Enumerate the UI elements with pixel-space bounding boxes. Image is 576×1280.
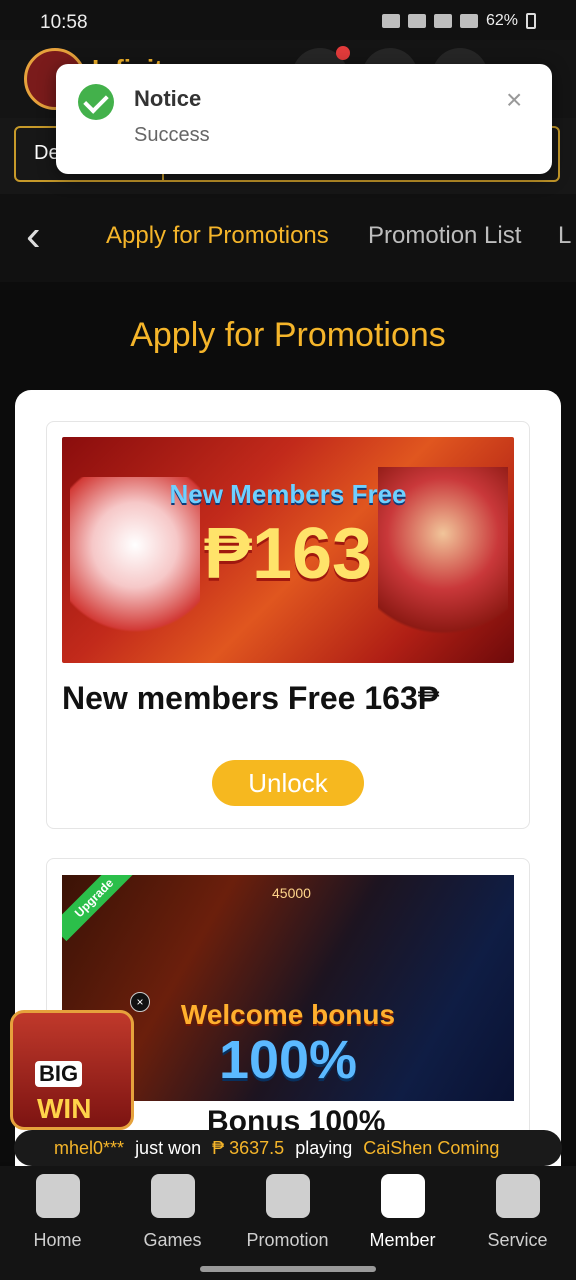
gift-icon [265, 1174, 310, 1218]
banner-jackpot: 45000 [272, 885, 311, 901]
headset-icon [495, 1174, 540, 1218]
promotion-banner-image[interactable]: New Members Free ₱163 [62, 437, 514, 663]
promotion-card: New Members Free ₱163 New members Free 1… [46, 421, 530, 829]
ticker-text: playing [295, 1138, 353, 1158]
nav-label: Member [369, 1230, 436, 1250]
member-icon [380, 1174, 425, 1218]
big-win-widget[interactable]: BIG WIN [10, 1010, 134, 1130]
status-icons: 62% [381, 12, 536, 30]
check-circle-icon [78, 84, 114, 120]
ticker-amount: ₱ 3637.5 [212, 1138, 285, 1158]
home-indicator[interactable] [200, 1266, 376, 1272]
tab-apply-for-promotions[interactable]: Apply for Promotions [106, 222, 329, 250]
wifi-icon [433, 14, 452, 28]
nav-promotion[interactable]: Promotion [230, 1174, 345, 1251]
battery-percent: 62% [485, 12, 518, 29]
tab-promotion-list[interactable]: Promotion List [368, 222, 521, 250]
status-time: 10:58 [40, 12, 88, 33]
key-icon [381, 14, 400, 28]
back-arrow-icon[interactable]: ‹ [26, 214, 62, 258]
banner-amount: ₱163 [203, 514, 373, 594]
home-icon [35, 1174, 80, 1218]
nav-label: Home [33, 1230, 82, 1250]
big-win-line1: BIG [35, 1061, 83, 1087]
notification-badge [336, 46, 350, 60]
winner-ticker: mhel0*** just won ₱ 3637.5 playing CaiSh… [14, 1130, 562, 1166]
toast-title: Notice [134, 86, 202, 111]
gamepad-icon [150, 1174, 195, 1218]
mute-icon [407, 14, 426, 28]
nav-label: Promotion [246, 1230, 329, 1250]
nav-games[interactable]: Games [115, 1174, 230, 1251]
promotion-tabs: ‹ Apply for Promotions Promotion List L [0, 194, 576, 282]
battery-icon [526, 13, 536, 29]
nav-home[interactable]: Home [0, 1174, 115, 1251]
promotion-title: New members Free 163₱ [62, 680, 440, 716]
nav-label: Service [487, 1230, 548, 1250]
banner-caption: New Members Free [169, 479, 407, 509]
close-icon[interactable]: × [506, 86, 526, 114]
signal-icon [459, 14, 478, 28]
upgrade-ribbon: Upgrade [62, 875, 138, 942]
nav-service[interactable]: Service [460, 1174, 575, 1251]
ticker-user: mhel0*** [54, 1138, 125, 1158]
bottom-navigation: Home Games Promotion Member Service [0, 1166, 576, 1280]
ticker-text: just won [135, 1138, 202, 1158]
big-win-line2: WIN [37, 1093, 92, 1124]
success-toast: Notice Success × [56, 64, 552, 174]
close-icon[interactable]: × [130, 992, 150, 1012]
page-title: Apply for Promotions [130, 316, 446, 354]
nav-member[interactable]: Member [345, 1174, 460, 1251]
toast-message: Success [134, 124, 210, 146]
ticker-game: CaiShen Coming [363, 1138, 500, 1158]
unlock-button[interactable]: Unlock [212, 760, 364, 806]
status-bar: 10:58 62% [0, 0, 576, 40]
nav-label: Games [143, 1230, 202, 1250]
tab-more[interactable]: L [558, 222, 571, 250]
